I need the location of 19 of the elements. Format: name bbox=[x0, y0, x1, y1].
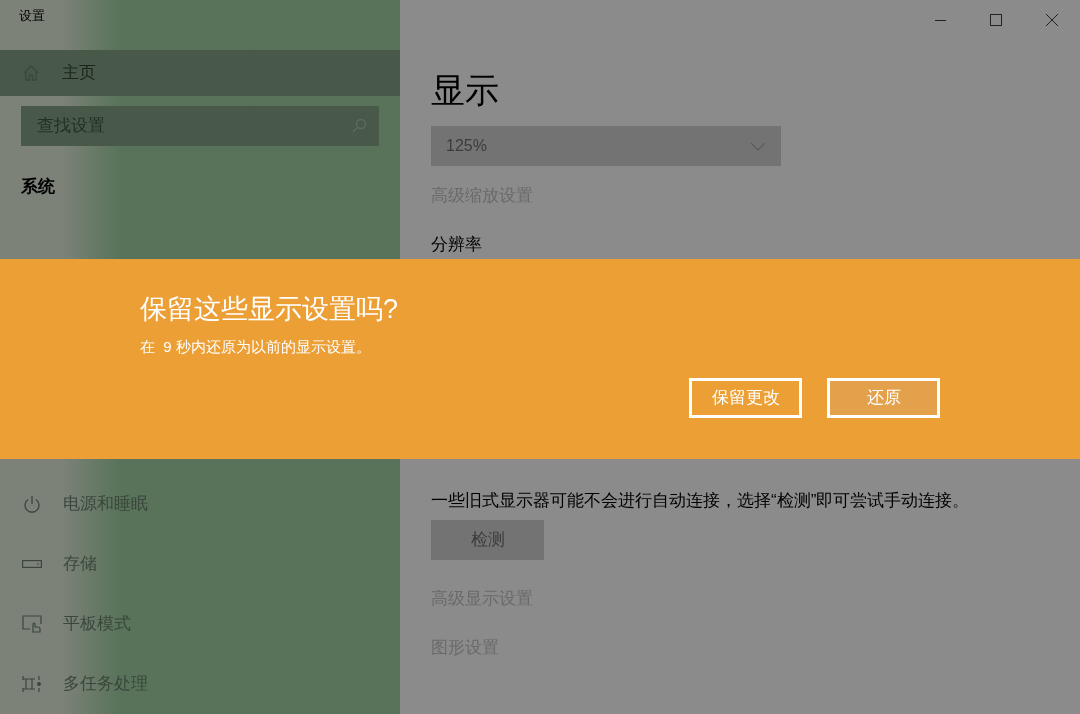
dialog-button[interactable]: 保留更改 bbox=[689, 378, 802, 418]
tablet-icon bbox=[22, 615, 42, 633]
scale-dropdown[interactable]: 125% bbox=[431, 126, 781, 166]
page-title: 显示 bbox=[431, 71, 499, 109]
description-text: 一些旧式显示器可能不会进行自动连接，选择“检测”即可尝试手动连接。 bbox=[431, 491, 970, 510]
section-heading: 系统 bbox=[21, 177, 55, 196]
close-icon bbox=[1046, 14, 1058, 26]
minimize-icon bbox=[934, 19, 946, 21]
sidebar-item[interactable]: 存储 bbox=[0, 534, 400, 594]
window-title: 设置 bbox=[19, 7, 45, 26]
power-icon bbox=[23, 495, 41, 513]
resolution-label: 分辨率 bbox=[431, 235, 482, 254]
dialog-button[interactable]: 还原 bbox=[827, 378, 940, 418]
dialog-title: 保留这些显示设置吗? bbox=[140, 294, 399, 324]
chevron-down-icon bbox=[750, 141, 766, 151]
storage-icon bbox=[22, 560, 42, 568]
maximize-icon bbox=[990, 14, 1002, 26]
multitask-icon bbox=[22, 675, 42, 693]
dialog-message: 在 9 秒内还原为以前的显示设置。 bbox=[140, 338, 371, 355]
